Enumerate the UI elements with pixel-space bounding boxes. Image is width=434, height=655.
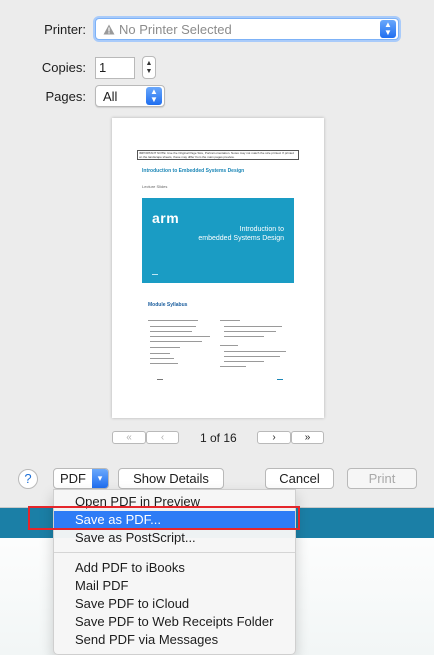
help-button[interactable]: ? [18, 469, 38, 489]
banner-title-line1: Introduction to [239, 226, 284, 233]
next-page-button[interactable]: › [257, 431, 291, 444]
printer-value: No Printer Selected [96, 22, 380, 37]
show-details-button[interactable]: Show Details [118, 468, 224, 489]
previous-page-button[interactable]: ‹ [146, 431, 179, 444]
stepper-up-icon[interactable]: ▲ [146, 60, 153, 68]
copies-stepper[interactable]: ▲ ▼ [142, 56, 156, 79]
copies-label: Copies: [41, 60, 86, 75]
preview-notice: IMPORTANT NOTE: Use the Original Page Si… [137, 150, 299, 160]
printer-value-text: No Printer Selected [119, 21, 232, 37]
updown-chevron-icon: ▲ ▼ [380, 20, 396, 38]
first-page-button[interactable]: « [112, 431, 146, 444]
copies-input[interactable]: 1 [95, 57, 135, 79]
menu-item-mail-pdf[interactable]: Mail PDF [54, 577, 295, 595]
warning-icon [103, 24, 115, 34]
cancel-button[interactable]: Cancel [265, 468, 334, 489]
menu-item-send-pdf-via-messages[interactable]: Send PDF via Messages [54, 631, 295, 649]
menu-separator [54, 552, 295, 553]
menu-item-save-pdf-to-icloud[interactable]: Save PDF to iCloud [54, 595, 295, 613]
preview-banner: arm Introduction to embedded Systems Des… [142, 198, 294, 283]
pdf-label: PDF [60, 471, 86, 486]
print-button[interactable]: Print [347, 468, 417, 489]
banner-footer-mark [152, 274, 158, 275]
updown-chevron-icon: ▲ ▼ [146, 87, 162, 105]
pages-popup[interactable]: All ▲ ▼ [95, 85, 165, 107]
preview-banner-title: Introduction to embedded Systems Design [198, 225, 284, 243]
menu-item-save-pdf-to-web-receipts[interactable]: Save PDF to Web Receipts Folder [54, 613, 295, 631]
preview-subtitle: Lecture Slides [142, 184, 168, 189]
page-preview: IMPORTANT NOTE: Use the Original Page Si… [112, 118, 324, 418]
preview-section-title: Module Syllabus [148, 302, 188, 308]
chevron-down-icon: ▾ [92, 469, 108, 488]
banner-title-line2: embedded Systems Design [198, 235, 284, 242]
pages-value: All [103, 88, 118, 104]
menu-item-save-as-postscript[interactable]: Save as PostScript... [54, 529, 295, 547]
last-page-button[interactable]: » [291, 431, 324, 444]
menu-item-add-pdf-to-ibooks[interactable]: Add PDF to iBooks [54, 559, 295, 577]
preview-title: Introduction to Embedded Systems Design [142, 168, 245, 174]
printer-popup[interactable]: No Printer Selected ▲ ▼ [95, 18, 399, 40]
pages-label: Pages: [45, 89, 86, 104]
pdf-menu-button[interactable]: PDF ▾ [53, 468, 109, 489]
stepper-down-icon[interactable]: ▼ [146, 68, 153, 76]
page-indicator: 1 of 16 [200, 431, 237, 445]
print-dialog: Printer: No Printer Selected ▲ ▼ Copies: … [0, 0, 434, 508]
printer-label: Printer: [44, 22, 86, 37]
annotation-highlight-box [28, 506, 300, 530]
arm-logo: arm [152, 210, 180, 226]
